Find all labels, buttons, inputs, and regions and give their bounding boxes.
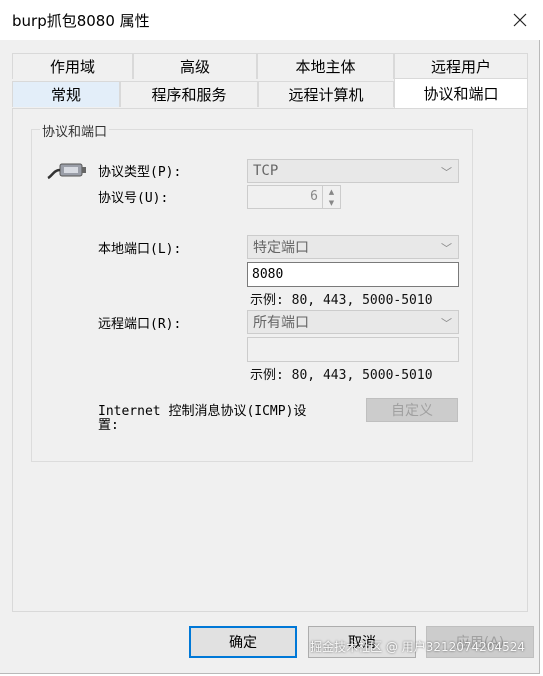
protocol-type-label: 协议类型(P):: [98, 165, 182, 180]
local-port-example: 示例: 80, 443, 5000-5010: [250, 293, 433, 308]
chevron-up-icon[interactable]: ▲: [323, 186, 340, 197]
group-label: 协议和端口: [40, 121, 110, 140]
icmp-label-line2: 置:: [98, 418, 119, 433]
protocol-type-select[interactable]: TCP ﹀: [247, 159, 459, 183]
ok-button[interactable]: 确定: [189, 626, 297, 658]
stepper-arrows[interactable]: ▲ ▼: [322, 186, 340, 208]
local-port-mode-value: 特定端口: [253, 240, 309, 256]
close-icon: [513, 13, 527, 27]
protocol-type-value: TCP: [253, 163, 279, 179]
remote-port-input[interactable]: [247, 337, 459, 362]
title-bar: burp抓包8080 属性: [0, 0, 540, 40]
tab-programs-services[interactable]: 程序和服务: [120, 81, 258, 107]
window-title: burp抓包8080 属性: [12, 12, 150, 30]
chevron-down-icon: ﹀: [441, 317, 452, 330]
icmp-label-line1: Internet 控制消息协议(ICMP)设: [98, 404, 307, 419]
local-port-label: 本地端口(L):: [98, 242, 182, 257]
customize-icmp-button[interactable]: 自定义: [366, 398, 458, 422]
remote-port-example: 示例: 80, 443, 5000-5010: [250, 368, 433, 383]
properties-dialog: burp抓包8080 属性 作用域 高级 本地主体 远程用户 常规 程序和服务 …: [0, 0, 540, 674]
tab-strip: 作用域 高级 本地主体 远程用户 常规 程序和服务 远程计算机 协议和端口: [12, 53, 528, 108]
protocol-number-value: 6: [310, 189, 318, 204]
protocol-number-label: 协议号(U):: [98, 191, 169, 206]
remote-port-mode-value: 所有端口: [253, 315, 309, 331]
protocols-ports-group: 协议和端口 协议类型(P): TCP ﹀ 协议号(U): 6 ▲ ▼ 本地端口(…: [31, 121, 473, 462]
tab-scope[interactable]: 作用域: [12, 53, 133, 79]
chevron-down-icon: ﹀: [441, 242, 452, 255]
close-button[interactable]: [504, 4, 536, 36]
remote-port-mode-select[interactable]: 所有端口 ﹀: [247, 310, 459, 334]
protocol-number-stepper[interactable]: 6 ▲ ▼: [247, 185, 341, 209]
chevron-down-icon: ﹀: [441, 166, 452, 179]
tab-remote-computers[interactable]: 远程计算机: [258, 81, 394, 107]
tab-protocols-ports[interactable]: 协议和端口: [394, 78, 528, 108]
tab-remote-users[interactable]: 远程用户: [394, 53, 528, 79]
tab-local-principals[interactable]: 本地主体: [257, 53, 394, 79]
chevron-down-icon[interactable]: ▼: [323, 197, 340, 208]
watermark: 掘金技术社区 @ 用户3212074204524: [310, 640, 525, 654]
remote-port-label: 远程端口(R):: [98, 317, 182, 332]
network-cable-icon: [47, 163, 86, 180]
tab-advanced[interactable]: 高级: [133, 53, 257, 79]
local-port-mode-select[interactable]: 特定端口 ﹀: [247, 235, 459, 259]
tab-general[interactable]: 常规: [12, 81, 120, 107]
local-port-input[interactable]: 8080: [247, 262, 459, 287]
tab-panel: 协议和端口 协议类型(P): TCP ﹀ 协议号(U): 6 ▲ ▼ 本地端口(…: [12, 108, 528, 612]
